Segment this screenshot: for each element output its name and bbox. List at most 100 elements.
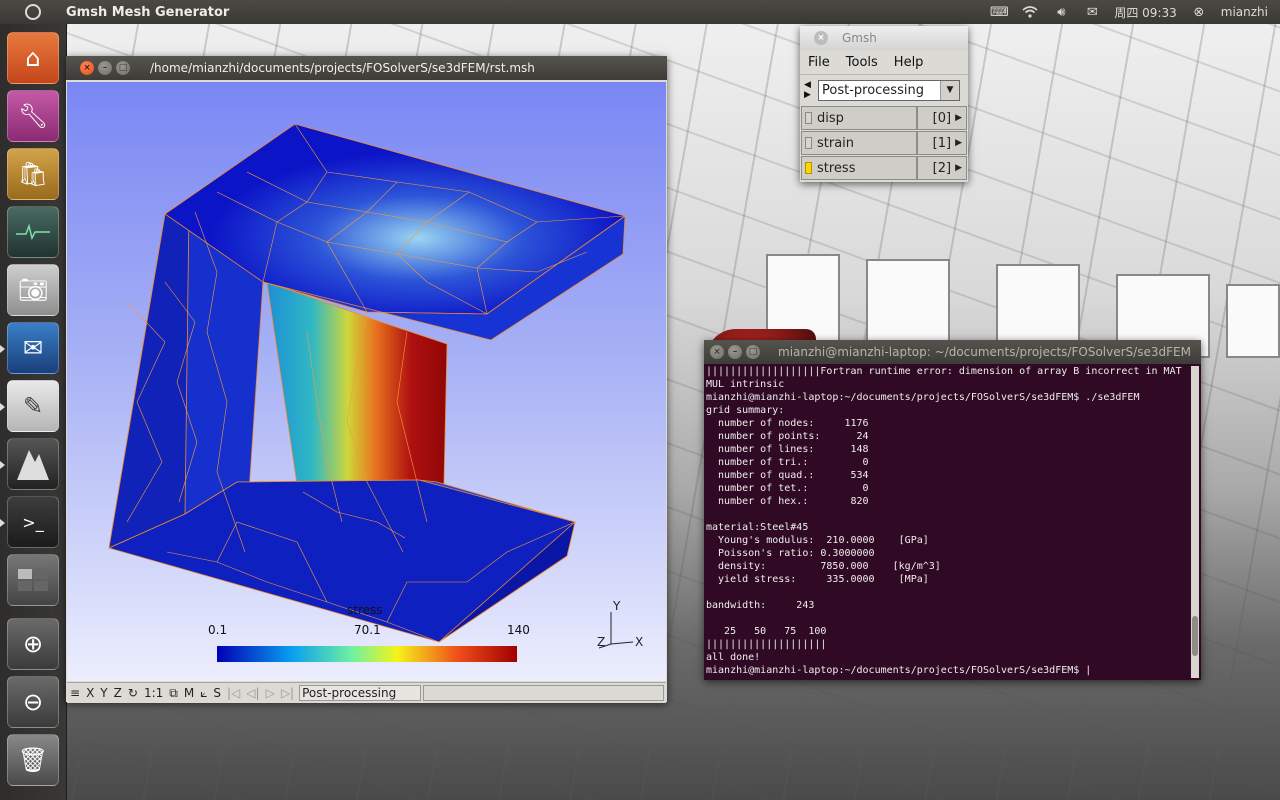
terminal-line: number of hex.: 820 <box>706 496 869 507</box>
view-row-strain[interactable]: strain [1] ▶ <box>801 131 967 155</box>
terminal-line: number of tet.: 0 <box>706 483 869 494</box>
wallpaper-window <box>996 264 1080 348</box>
view-visibility-toggle[interactable] <box>805 137 812 149</box>
system-monitor-icon[interactable] <box>7 206 59 258</box>
rotate-icon[interactable]: ↻ <box>125 686 141 700</box>
module-select-value: Post-processing <box>822 82 924 98</box>
screenshot-button[interactable]: S <box>210 686 224 700</box>
camera-icon[interactable]: 📷︎ <box>7 264 59 316</box>
mesh-window-titlebar[interactable]: × – □ /home/mianzhi/documents/projects/F… <box>66 56 667 80</box>
select-icon[interactable]: ⟀ <box>197 686 210 701</box>
terminal-line: all done! <box>706 652 761 663</box>
chevron-down-icon[interactable]: ▼ <box>940 80 959 100</box>
ubuntu-software-center-icon[interactable]: 🛍︎ <box>7 148 59 200</box>
close-button[interactable]: × <box>814 31 828 45</box>
graphics-viewport[interactable]: 0.1 70.1 140 stress Y X Z <box>67 82 666 736</box>
workspace-switcher-icon[interactable] <box>7 554 59 606</box>
view-z-button[interactable]: Z <box>111 686 125 700</box>
axis-z-label: Z <box>597 635 605 649</box>
colorbar <box>217 646 517 662</box>
module-select[interactable]: Post-processing ▼ <box>818 79 960 101</box>
scale-1-1-button[interactable]: 1:1 <box>141 686 166 700</box>
maximize-button[interactable]: □ <box>116 61 130 75</box>
terminal-icon[interactable]: >_ <box>7 496 59 548</box>
view-menu-arrow-icon[interactable]: ▶ <box>955 113 962 123</box>
view-name: disp <box>817 110 844 126</box>
axis-x-label: X <box>635 635 643 649</box>
colorbar-min: 0.1 <box>208 623 227 637</box>
gmsh-titlebar[interactable]: × Gmsh <box>800 26 968 50</box>
terminal-line: Poisson's ratio: 0.3000000 <box>706 548 875 559</box>
view-x-button[interactable]: X <box>83 686 97 700</box>
view-name: strain <box>817 135 855 151</box>
terminal-line: number of tri.: 0 <box>706 457 869 468</box>
zoom-in-icon[interactable]: ⊕ <box>7 618 59 670</box>
scrollbar-thumb[interactable] <box>1192 616 1198 656</box>
projection-icon[interactable]: ⧉ <box>166 686 181 701</box>
view-menu-arrow-icon[interactable]: ▶ <box>955 138 962 148</box>
user-name[interactable]: mianzhi <box>1221 5 1268 19</box>
play-icon[interactable]: ▷ <box>263 686 278 700</box>
running-indicator <box>0 461 5 469</box>
view-row-disp[interactable]: disp [0] ▶ <box>801 106 967 130</box>
module-row: ◀ ▶ Post-processing ▼ <box>800 75 968 105</box>
minimize-button[interactable]: – <box>728 345 742 359</box>
zoom-out-icon[interactable]: ⊖ <box>7 676 59 728</box>
menu-toggle-button[interactable]: ≡ <box>67 686 83 700</box>
viewport-canvas[interactable]: 0.1 70.1 140 stress Y X Z <box>67 82 666 681</box>
prev-step-icon[interactable]: ◁| <box>243 686 262 700</box>
wifi-icon[interactable] <box>1021 5 1039 19</box>
terminal-line: number of lines: 148 <box>706 444 869 455</box>
module-nav-icon[interactable]: ◀ ▶ <box>804 80 814 100</box>
mail-icon[interactable]: ✉ <box>1083 5 1101 20</box>
ubuntu-logo-icon <box>25 4 41 20</box>
view-visibility-toggle[interactable] <box>805 162 812 174</box>
terminal-scrollbar[interactable] <box>1191 366 1199 678</box>
mesh-statusbar: ≡ X Y Z ↻ 1:1 ⧉ M ⟀ S |◁ ◁| ▷ ▷| Post-pr… <box>67 682 666 703</box>
terminal-line: MUL intrinsic <box>706 379 785 390</box>
view-index: [0] <box>932 110 952 126</box>
text-editor-icon[interactable]: ✎ <box>7 380 59 432</box>
menu-tools[interactable]: Tools <box>838 55 886 70</box>
menu-file[interactable]: File <box>800 55 838 70</box>
first-step-icon[interactable]: |◁ <box>224 686 243 700</box>
minimize-button[interactable]: – <box>98 61 112 75</box>
view-visibility-toggle[interactable] <box>805 112 812 124</box>
terminal-line: yield stress: 335.0000 [MPa] <box>706 574 929 585</box>
gmsh-menu-window: × Gmsh File Tools Help ◀ ▶ Post-processin… <box>800 26 968 182</box>
gmsh-window-title: Gmsh <box>842 31 877 45</box>
menu-help[interactable]: Help <box>886 55 932 70</box>
colorbar-mid: 70.1 <box>354 623 381 637</box>
terminal-titlebar[interactable]: × – □ mianzhi@mianzhi-laptop: ~/document… <box>704 340 1201 364</box>
terminal-output[interactable]: |||||||||||||||||||Fortran runtime error… <box>706 365 1189 679</box>
system-settings-icon[interactable]: 🔧︎ <box>7 90 59 142</box>
terminal-line: Young's modulus: 210.0000 [GPa] <box>706 535 929 546</box>
maximize-button[interactable]: □ <box>746 345 760 359</box>
mesh-button[interactable]: M <box>181 686 197 700</box>
terminal-line: mianzhi@mianzhi-laptop:~/documents/proje… <box>706 392 1140 403</box>
colorbar-label: stress <box>347 603 383 617</box>
close-button[interactable]: × <box>710 345 724 359</box>
running-indicator <box>0 403 5 411</box>
view-y-button[interactable]: Y <box>97 686 110 700</box>
keyboard-icon[interactable]: ⌨ <box>990 5 1009 20</box>
user-icon[interactable]: ⊗ <box>1190 5 1208 20</box>
home-folder-icon[interactable]: ⌂ <box>7 32 59 84</box>
trash-icon[interactable]: 🗑︎ <box>7 734 59 786</box>
last-step-icon[interactable]: ▷| <box>278 686 297 700</box>
status-message-field <box>423 685 664 701</box>
close-button[interactable]: × <box>80 61 94 75</box>
view-menu-arrow-icon[interactable]: ▶ <box>955 163 962 173</box>
axis-y-label: Y <box>612 599 621 613</box>
view-index: [2] <box>932 160 952 176</box>
view-row-stress[interactable]: stress [2] ▶ <box>801 156 967 180</box>
volume-icon[interactable]: 🔊︎ <box>1052 5 1070 20</box>
thunderbird-icon[interactable]: ✉ <box>7 322 59 374</box>
terminal-line: grid summary: <box>706 405 785 416</box>
terminal-line: 25 50 75 100 <box>706 626 827 637</box>
gmsh-icon[interactable] <box>7 438 59 490</box>
clock[interactable]: 周四 09:33 <box>1114 4 1176 21</box>
dash-button[interactable] <box>0 0 66 24</box>
